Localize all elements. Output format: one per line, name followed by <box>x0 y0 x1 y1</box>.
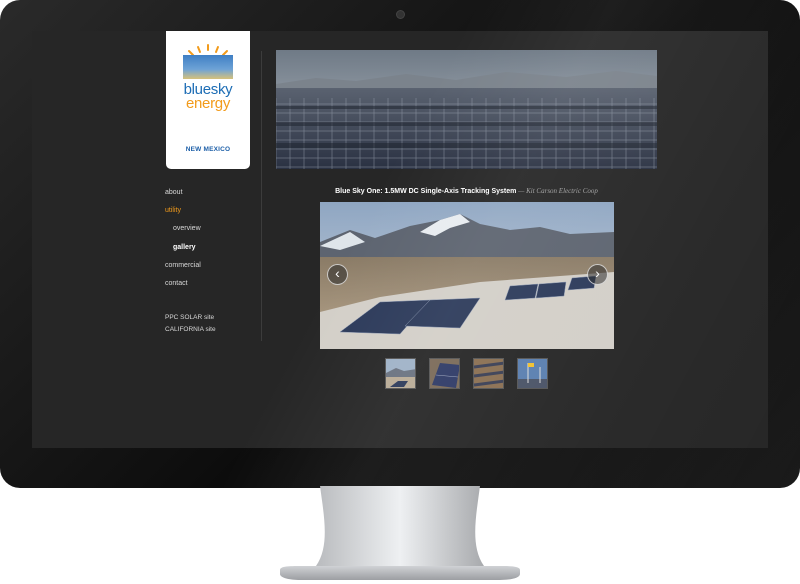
logo-sky-image <box>183 55 233 79</box>
nav-overview[interactable]: overview <box>173 225 201 232</box>
gallery-main-image <box>320 202 614 349</box>
banner-image <box>276 50 657 169</box>
nav-gallery[interactable]: gallery <box>173 244 196 251</box>
caption-credit: — Kit Carson Electric Coop <box>516 187 598 195</box>
nav-about[interactable]: about <box>165 189 183 196</box>
gallery-thumbnail[interactable] <box>385 358 416 389</box>
caption-title: Blue Sky One: 1.5MW DC Single-Axis Track… <box>335 188 517 195</box>
logo-text-energy: energy <box>185 95 231 112</box>
gallery-thumbnail[interactable] <box>429 358 460 389</box>
nav-utility[interactable]: utility <box>165 207 181 214</box>
webcam <box>396 10 405 19</box>
website-screen: bluesky energy NEW MEXICO about utility … <box>32 31 768 448</box>
site-logo[interactable]: bluesky energy NEW MEXICO <box>166 31 250 169</box>
prev-slide-button[interactable]: ‹ <box>327 264 348 285</box>
nav-contact[interactable]: contact <box>165 280 188 287</box>
link-california[interactable]: CALIFORNIA site <box>165 326 216 333</box>
link-ppc-solar[interactable]: PPC SOLAR site <box>165 314 214 321</box>
monitor-bezel: bluesky energy NEW MEXICO about utility … <box>0 0 800 488</box>
logo-region: NEW MEXICO <box>185 146 231 153</box>
gallery-thumbnail[interactable] <box>517 358 548 389</box>
slide-caption: Blue Sky One: 1.5MW DC Single-Axis Track… <box>276 187 657 195</box>
nav-divider <box>261 51 262 341</box>
monitor-stand <box>280 486 520 580</box>
next-slide-button[interactable]: › <box>587 264 608 285</box>
gallery-thumbnail[interactable] <box>473 358 504 389</box>
nav-commercial[interactable]: commercial <box>165 262 201 269</box>
